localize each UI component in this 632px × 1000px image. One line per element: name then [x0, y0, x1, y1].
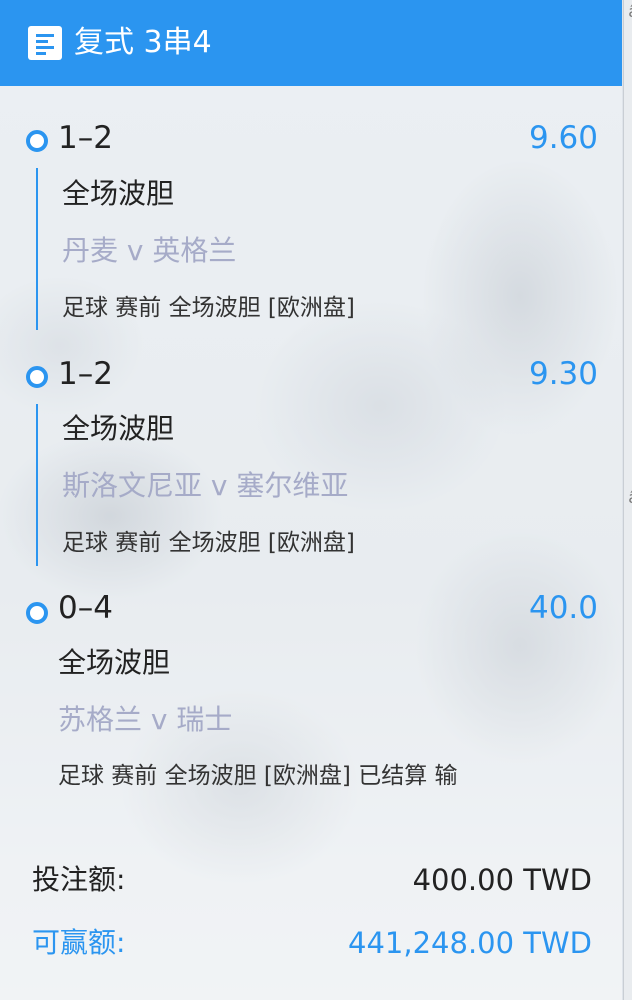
leg-marker-icon — [26, 130, 48, 152]
leg-connector — [36, 168, 38, 330]
bet-type-title: 复式 3串4 — [74, 25, 212, 60]
background-page-glyph: â — [628, 2, 632, 21]
potential-win-amount: 441,248.00 TWD — [348, 926, 592, 960]
leg-teams: 斯洛文尼亚 v 塞尔维亚 — [62, 469, 349, 502]
leg-meta: 足球 赛前 全场波胆 [欧洲盘] — [62, 530, 355, 556]
stake-row: 投注额: 400.00 TWD — [32, 858, 592, 902]
leg-market: 全场波胆 — [62, 412, 175, 445]
bet-leg[interactable]: 0–4 40.0 全场波胆 苏格兰 v 瑞士 足球 赛前 全场波胆 [欧洲盘] … — [0, 588, 622, 808]
background-page-edge: â â — [623, 0, 632, 1000]
stake-amount: 400.00 TWD — [412, 863, 592, 897]
leg-teams: 丹麦 v 英格兰 — [62, 234, 237, 267]
bet-leg[interactable]: 1–2 9.60 全场波胆 丹麦 v 英格兰 足球 赛前 全场波胆 [欧洲盘] — [0, 116, 622, 336]
leg-meta: 足球 赛前 全场波胆 [欧洲盘] 已结算 输 — [58, 763, 458, 789]
bet-slip-icon — [28, 26, 62, 60]
bet-slip-card: 复式 3串4 1–2 9.60 全场波胆 丹麦 v 英格兰 足球 赛前 全场波胆… — [0, 0, 622, 1000]
potential-win-label: 可赢额: — [32, 926, 126, 959]
leg-score: 1–2 — [58, 120, 113, 156]
leg-marker-icon — [26, 602, 48, 624]
bet-slip-header: 复式 3串4 — [0, 0, 622, 86]
leg-connector — [36, 404, 38, 566]
stake-label: 投注额: — [32, 863, 126, 896]
leg-teams: 苏格兰 v 瑞士 — [58, 703, 233, 736]
leg-market: 全场波胆 — [62, 177, 175, 210]
leg-market: 全场波胆 — [58, 646, 171, 679]
leg-meta: 足球 赛前 全场波胆 [欧洲盘] — [62, 295, 355, 321]
leg-odds: 9.60 — [528, 120, 598, 156]
leg-score: 1–2 — [58, 356, 113, 392]
leg-score: 0–4 — [58, 590, 113, 626]
leg-marker-icon — [26, 366, 48, 388]
background-page-glyph: â — [628, 488, 632, 507]
leg-odds: 40.0 — [528, 590, 598, 626]
potential-win-row: 可赢额: 441,248.00 TWD — [32, 921, 592, 965]
bet-leg[interactable]: 1–2 9.30 全场波胆 斯洛文尼亚 v 塞尔维亚 足球 赛前 全场波胆 [欧… — [0, 352, 622, 572]
leg-odds: 9.30 — [528, 356, 598, 392]
